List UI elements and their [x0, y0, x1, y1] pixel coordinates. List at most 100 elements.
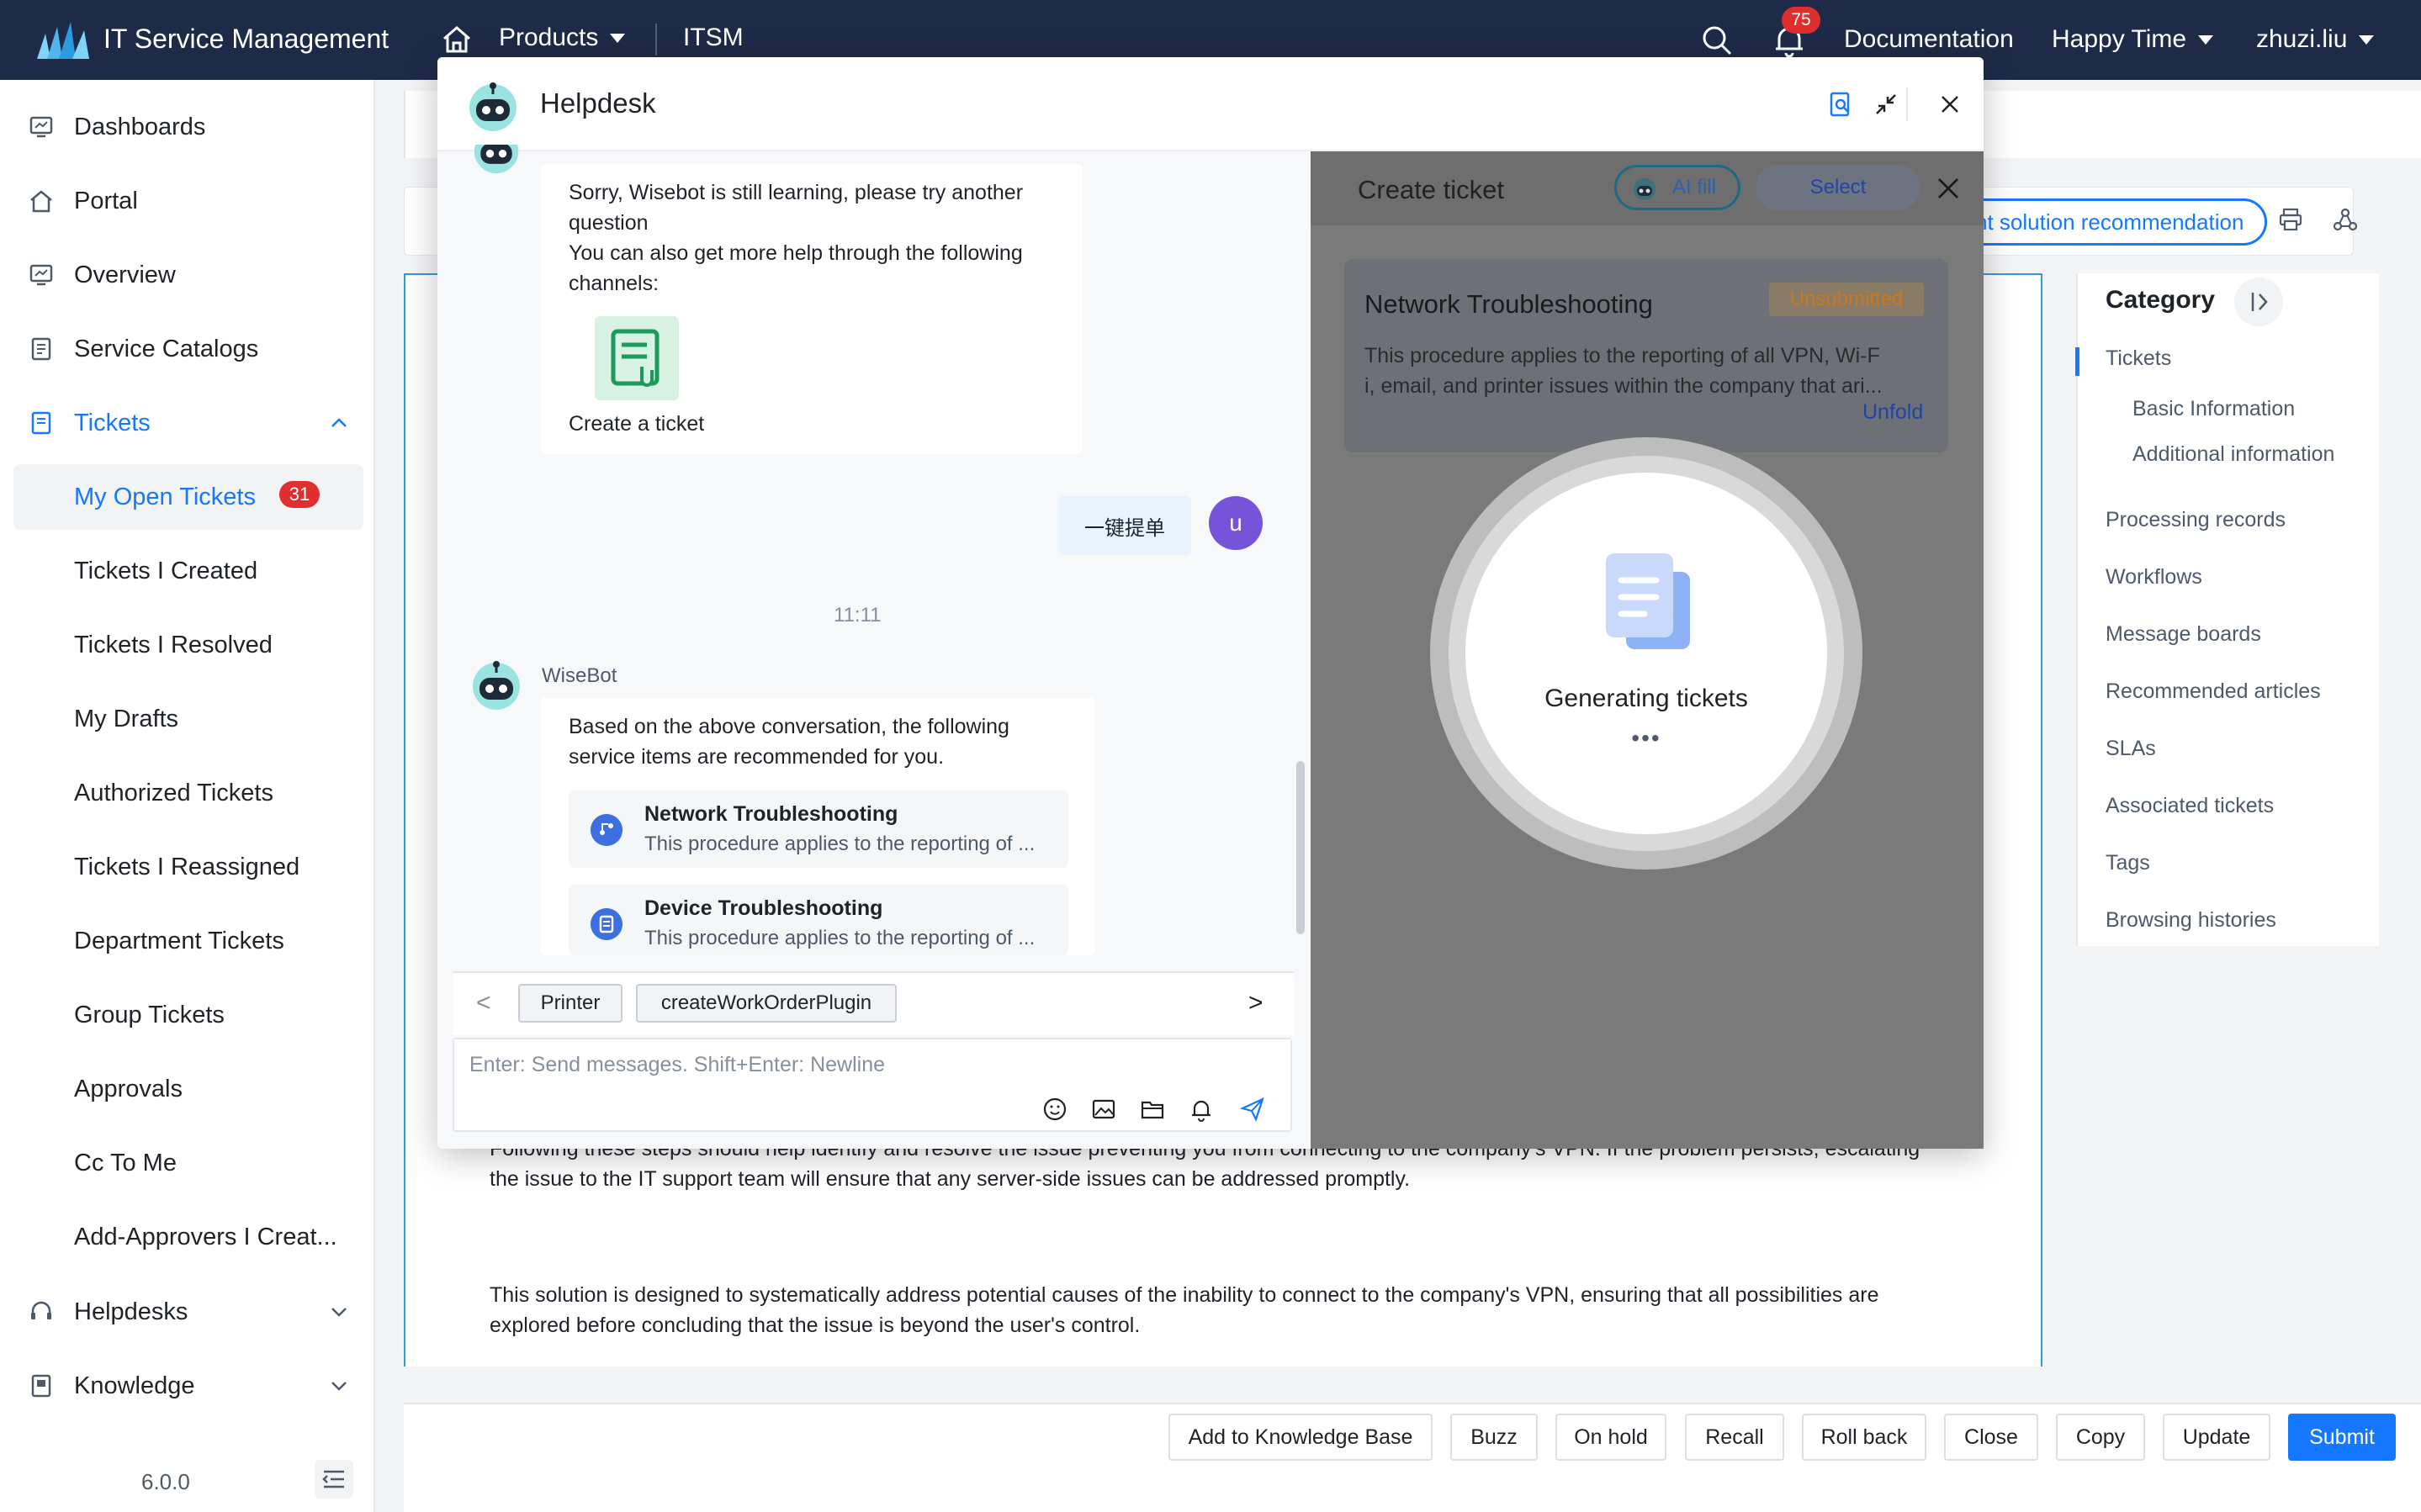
helpdesk-header: Helpdesk [437, 57, 1984, 151]
category-item-processing-records[interactable]: Processing records [2106, 508, 2286, 532]
unfold-link[interactable]: Unfold [1862, 400, 1923, 425]
quick-reply-create-work-order[interactable]: createWorkOrderPlugin [636, 984, 897, 1023]
home-icon[interactable] [441, 24, 473, 56]
roll-back-button[interactable]: Roll back [1802, 1414, 1926, 1461]
message-line: service items are recommended for you. [569, 745, 945, 769]
helpdesk-icon [31, 1301, 51, 1319]
copy-button[interactable]: Copy [2056, 1414, 2145, 1461]
solution-recommendation-button[interactable]: nt solution recommendation [1956, 198, 2267, 246]
on-hold-button[interactable]: On hold [1555, 1414, 1666, 1461]
category-item-associated-tickets[interactable]: Associated tickets [2106, 794, 2274, 818]
print-icon[interactable] [2278, 207, 2303, 232]
submit-button[interactable]: Submit [2288, 1414, 2396, 1461]
user-menu[interactable]: zhuzi.liu [2256, 25, 2375, 54]
service-title: Network Troubleshooting [644, 802, 898, 826]
send-icon[interactable] [1239, 1096, 1266, 1123]
chevron-up-icon [331, 418, 347, 427]
sidebar-subitem-cc-to-me[interactable]: Cc To Me [13, 1130, 363, 1196]
document-stack-icon [1606, 553, 1690, 649]
select-button[interactable]: Select [1756, 165, 1920, 210]
message-line: You can also get more help through the f… [569, 241, 1023, 265]
history-search-icon[interactable] [1827, 91, 1854, 118]
sidebar-item-helpdesks[interactable]: Helpdesks [0, 1287, 375, 1337]
sidebar-subitem-my-open-tickets[interactable]: My Open Tickets 31 [13, 464, 363, 530]
description-line: i, email, and printer issues within the … [1364, 374, 1883, 398]
sidebar-item-label: Tickets [74, 409, 151, 436]
close-icon[interactable] [1936, 91, 1963, 118]
category-item-tags[interactable]: Tags [2106, 851, 2150, 875]
sidebar-item-portal[interactable]: Portal [0, 176, 375, 226]
category-item-slas[interactable]: SLAs [2106, 737, 2156, 761]
sidebar-item-service-catalogs[interactable]: Service Catalogs [0, 324, 375, 374]
dashboard-icon [29, 116, 53, 138]
paragraph-line: explored before concluding that the issu… [490, 1314, 1141, 1337]
app-logo[interactable] [37, 22, 89, 59]
paragraph-line: This solution is designed to systematica… [490, 1283, 1879, 1307]
documentation-link[interactable]: Documentation [1844, 25, 2014, 54]
sidebar-subitem-approvals[interactable]: Approvals [13, 1056, 363, 1122]
sidebar-item-overview[interactable]: Overview [0, 250, 375, 300]
notification-badge: 75 [1782, 7, 1820, 34]
ai-fill-label: AI fill [1672, 176, 1717, 198]
category-item-message-boards[interactable]: Message boards [2106, 622, 2261, 647]
update-button[interactable]: Update [2163, 1414, 2270, 1461]
service-item-network-troubleshooting[interactable]: Network Troubleshooting This procedure a… [569, 790, 1068, 868]
paragraph-line: the issue to the IT support team will en… [490, 1167, 1411, 1191]
sidebar-item-label: Tickets I Resolved [74, 631, 273, 658]
chevron-right-icon[interactable]: > [1248, 989, 1263, 1018]
sidebar-subitem-add-approvers[interactable]: Add-Approvers I Creat... [13, 1204, 363, 1270]
sidebar-subitem-department-tickets[interactable]: Department Tickets [13, 908, 363, 974]
emoji-icon[interactable] [1041, 1096, 1068, 1123]
collapse-sidebar-icon[interactable] [315, 1460, 353, 1499]
category-item-workflows[interactable]: Workflows [2106, 565, 2202, 589]
sidebar-item-tickets[interactable]: Tickets [0, 398, 375, 448]
buzz-button[interactable]: Buzz [1450, 1414, 1538, 1461]
itsm-nav-link[interactable]: ITSM [683, 24, 744, 52]
sidebar-subitem-tickets-i-resolved[interactable]: Tickets I Resolved [13, 612, 363, 678]
sidebar-item-knowledge[interactable]: Knowledge [0, 1361, 375, 1411]
category-panel [2076, 273, 2379, 946]
quick-reply-printer[interactable]: Printer [518, 984, 622, 1023]
create-ticket-label[interactable]: Create a ticket [569, 412, 704, 436]
category-item-recommended-articles[interactable]: Recommended articles [2106, 679, 2321, 704]
close-button[interactable]: Close [1944, 1414, 2038, 1461]
sidebar-subitem-authorized-tickets[interactable]: Authorized Tickets [13, 760, 363, 826]
sidebar-item-label: Tickets I Created [74, 557, 258, 584]
image-icon[interactable] [1090, 1096, 1117, 1123]
create-ticket-icon[interactable] [595, 316, 679, 400]
sidebar-item-label: Helpdesks [74, 1298, 188, 1325]
service-item-device-troubleshooting[interactable]: Device Troubleshooting This procedure ap… [569, 885, 1068, 955]
share-icon[interactable] [2333, 207, 2358, 232]
category-item-tickets[interactable]: Tickets [2106, 346, 2171, 371]
search-icon[interactable] [1700, 24, 1734, 57]
workspace-menu[interactable]: Happy Time [2052, 25, 2214, 54]
folder-icon[interactable] [1139, 1096, 1166, 1123]
message-timestamp: 11:11 [834, 604, 882, 626]
category-item-browsing-histories[interactable]: Browsing histories [2106, 908, 2276, 933]
products-menu[interactable]: Products [499, 24, 626, 52]
chat-scrollbar[interactable] [1296, 761, 1305, 934]
minimize-icon[interactable] [1873, 91, 1899, 118]
sidebar-subitem-tickets-i-reassigned[interactable]: Tickets I Reassigned [13, 834, 363, 900]
add-to-knowledge-base-button[interactable]: Add to Knowledge Base [1168, 1414, 1433, 1461]
sidebar-item-dashboards[interactable]: Dashboards [0, 102, 375, 152]
sidebar-subitem-tickets-i-created[interactable]: Tickets I Created [13, 538, 363, 604]
generating-label: Generating tickets [1544, 685, 1748, 712]
category-item-basic-information[interactable]: Basic Information [2132, 397, 2295, 421]
user-name: zhuzi.liu [2256, 25, 2348, 53]
sidebar-item-label: Overview [74, 261, 176, 288]
collapse-panel-icon[interactable] [2234, 278, 2283, 326]
close-icon[interactable] [1935, 175, 1962, 202]
category-item-additional-information[interactable]: Additional information [2132, 442, 2334, 467]
message-input[interactable] [469, 1053, 1226, 1077]
sidebar-subitem-my-drafts[interactable]: My Drafts [13, 686, 363, 752]
bell-icon[interactable] [1188, 1096, 1215, 1123]
sidebar-subitem-group-tickets[interactable]: Group Tickets [13, 982, 363, 1048]
sidebar-item-label: Portal [74, 187, 138, 214]
ai-fill-button[interactable]: AI fill [1614, 165, 1740, 210]
active-category-marker [2075, 347, 2079, 376]
recall-button[interactable]: Recall [1685, 1414, 1784, 1461]
chevron-left-icon[interactable]: < [476, 989, 491, 1018]
catalog-icon [31, 337, 51, 361]
device-icon [591, 908, 622, 940]
